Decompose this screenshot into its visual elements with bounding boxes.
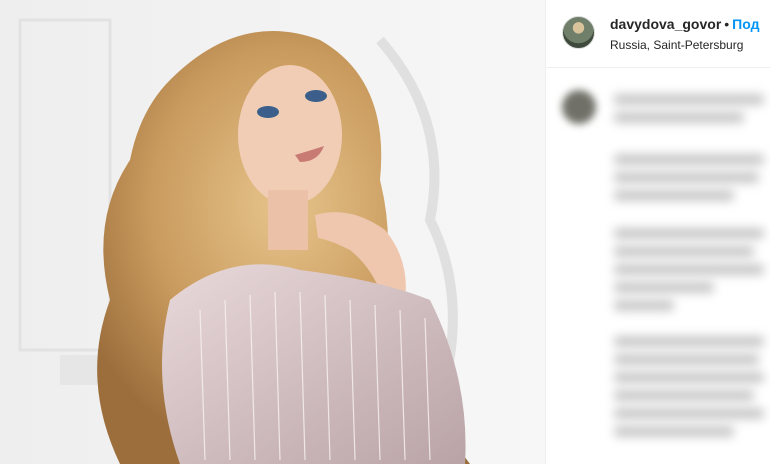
blurred-text-line <box>614 112 744 123</box>
blurred-text-line <box>614 282 714 293</box>
username-link[interactable]: davydova_govor <box>610 16 721 32</box>
blurred-text-line <box>614 94 764 105</box>
post-sidebar: davydova_govor • Под Russia, Saint-Petersb… <box>545 0 770 464</box>
blurred-text-line <box>614 408 764 419</box>
blurred-text-line <box>614 264 764 275</box>
blurred-comments <box>546 68 770 464</box>
post-header: davydova_govor • Под Russia, Saint-Petersb… <box>546 0 770 68</box>
post-photo-illustration <box>0 0 545 464</box>
blurred-text-line <box>614 372 764 383</box>
blurred-text-line <box>614 154 764 165</box>
post-header-row: davydova_govor • Под <box>610 16 760 32</box>
profile-avatar[interactable] <box>562 16 595 49</box>
blurred-text-line <box>614 246 754 257</box>
blurred-text-line <box>614 228 764 239</box>
blurred-text-line <box>614 336 764 347</box>
location-link[interactable]: Russia, Saint-Petersburg <box>610 37 760 53</box>
blurred-text-line <box>614 172 759 183</box>
separator-dot: • <box>724 16 730 32</box>
post-photo[interactable] <box>0 0 545 464</box>
follow-button[interactable]: Под <box>732 16 759 32</box>
blurred-avatar <box>562 90 596 124</box>
blurred-text-line <box>614 354 759 365</box>
blurred-text-line <box>614 190 734 201</box>
blurred-text-line <box>614 390 754 401</box>
post-meta: davydova_govor • Под Russia, Saint-Petersb… <box>610 16 760 53</box>
blurred-text-line <box>614 300 674 311</box>
blurred-text-line <box>614 426 734 437</box>
